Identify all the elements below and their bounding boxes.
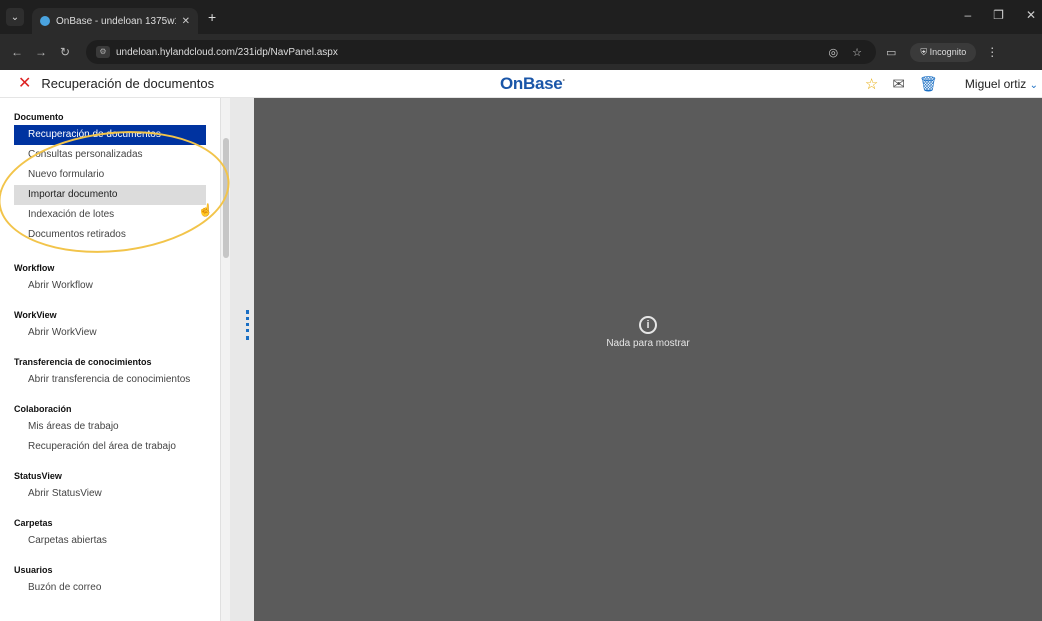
sidebar-item-nuevo-formulario[interactable]: Nuevo formulario xyxy=(14,165,206,185)
section-title: WorkView xyxy=(14,310,57,320)
panel-splitter[interactable] xyxy=(230,98,254,621)
browser-tab[interactable]: OnBase - undeloan 1375w1b 2 ✕ xyxy=(32,8,198,34)
section-title: Carpetas xyxy=(14,518,53,528)
incognito-icon: ⛨ xyxy=(920,46,930,57)
sidebar-item-carpetas-abiertas[interactable]: Carpetas abiertas xyxy=(14,531,206,551)
tab-title: OnBase - undeloan 1375w1b 2 xyxy=(56,15,176,27)
content-panel: i Nada para mostrar xyxy=(254,98,1042,621)
section-title: Transferencia de conocimientos xyxy=(14,357,152,367)
scrollbar-thumb[interactable] xyxy=(223,138,229,258)
sidebar-item-abrir-workflow[interactable]: Abrir Workflow xyxy=(14,276,206,296)
section-statusview: StatusView Abrir StatusView xyxy=(14,471,222,504)
restore-icon[interactable]: ❐ xyxy=(993,8,1004,22)
info-icon: i xyxy=(639,316,657,334)
empty-message: Nada para mostrar xyxy=(606,338,690,349)
user-menu[interactable]: Miguel ortiz ⌄ xyxy=(965,77,1038,91)
splitter-grip-icon[interactable] xyxy=(246,310,249,340)
browser-tabstrip: ⌄ OnBase - undeloan 1375w1b 2 ✕ + – ❐ ✕ xyxy=(0,0,1042,34)
onbase-logo: OnBase• xyxy=(500,74,565,93)
favorite-star-icon[interactable]: ☆ xyxy=(865,75,878,93)
page-title: Recuperación de documentos xyxy=(41,76,215,91)
section-documento: Documento Recuperación de documentos Con… xyxy=(14,112,222,245)
favicon-icon xyxy=(40,16,50,26)
section-usuarios: Usuarios Buzón de correo xyxy=(14,565,222,598)
back-icon[interactable]: ← xyxy=(10,45,24,59)
site-info-icon[interactable]: ⚙ xyxy=(96,46,110,58)
sidebar-item-buzon[interactable]: Buzón de correo xyxy=(14,578,206,598)
forward-icon[interactable]: → xyxy=(34,45,48,59)
mail-icon[interactable]: ✉ xyxy=(892,75,905,93)
sidebar-item-abrir-workview[interactable]: Abrir WorkView xyxy=(14,323,206,343)
new-tab-icon[interactable]: + xyxy=(208,9,216,25)
close-icon[interactable]: ✕ xyxy=(18,75,31,92)
section-workview: WorkView Abrir WorkView xyxy=(14,310,222,343)
section-title: Workflow xyxy=(14,263,55,273)
sidebar-item-retirados[interactable]: Documentos retirados xyxy=(14,225,206,245)
close-window-icon[interactable]: ✕ xyxy=(1026,8,1036,22)
section-workflow: Workflow Abrir Workflow xyxy=(14,263,222,296)
nav-sidebar: Documento Recuperación de documentos Con… xyxy=(0,98,222,621)
section-colaboracion: Colaboración Mis áreas de trabajo Recupe… xyxy=(14,404,222,457)
bookmark-star-icon[interactable]: ☆ xyxy=(852,46,862,59)
section-title: StatusView xyxy=(14,471,62,481)
sidebar-item-consultas[interactable]: Consultas personalizadas xyxy=(14,145,206,165)
minimize-icon[interactable]: – xyxy=(964,8,971,22)
extensions-icon[interactable]: ▭ xyxy=(886,46,896,59)
user-name: Miguel ortiz xyxy=(964,77,1027,91)
trash-icon[interactable]: 🗑 xyxy=(919,75,938,93)
browser-menu-icon[interactable]: ⋮ xyxy=(986,45,998,59)
section-carpetas: Carpetas Carpetas abiertas xyxy=(14,518,222,551)
sidebar-item-abrir-statusview[interactable]: Abrir StatusView xyxy=(14,484,206,504)
window-controls: – ❐ ✕ xyxy=(964,8,1036,22)
section-title: Usuarios xyxy=(14,565,53,575)
sidebar-item-recuperacion-area[interactable]: Recuperación del área de trabajo xyxy=(14,437,206,457)
section-transferencia: Transferencia de conocimientos Abrir tra… xyxy=(14,357,222,390)
section-title: Documento xyxy=(14,112,64,122)
incognito-badge[interactable]: ⛨ Incognito xyxy=(910,42,977,62)
hand-cursor-icon: ☝ xyxy=(198,203,213,217)
section-title: Colaboración xyxy=(14,404,72,414)
eye-off-icon[interactable]: ◎ xyxy=(829,46,839,59)
sidebar-item-indexacion[interactable]: Indexación de lotes xyxy=(14,205,206,225)
sidebar-item-abrir-transferencia[interactable]: Abrir transferencia de conocimientos xyxy=(14,370,206,390)
address-bar-row: ← → ↻ ⚙ undeloan.hylandcloud.com/231idp/… xyxy=(0,34,1042,70)
app-header: ✕ Recuperación de documentos OnBase• ☆ ✉… xyxy=(0,70,1042,98)
sidebar-item-importar[interactable]: Importar documento xyxy=(14,185,206,205)
sidebar-item-recuperacion[interactable]: Recuperación de documentos xyxy=(14,125,206,145)
url-field[interactable]: ⚙ undeloan.hylandcloud.com/231idp/NavPan… xyxy=(86,40,876,64)
sidebar-scrollbar[interactable] xyxy=(220,98,230,621)
incognito-label: Incognito xyxy=(929,46,967,57)
empty-state: i Nada para mostrar xyxy=(254,316,1042,349)
url-text: undeloan.hylandcloud.com/231idp/NavPanel… xyxy=(116,46,338,58)
chevron-down-icon: ⌄ xyxy=(1029,80,1038,91)
close-tab-icon[interactable]: ✕ xyxy=(182,16,190,27)
sidebar-item-mis-areas[interactable]: Mis áreas de trabajo xyxy=(14,417,206,437)
tab-list-icon[interactable]: ⌄ xyxy=(6,8,24,26)
reload-icon[interactable]: ↻ xyxy=(58,45,72,59)
